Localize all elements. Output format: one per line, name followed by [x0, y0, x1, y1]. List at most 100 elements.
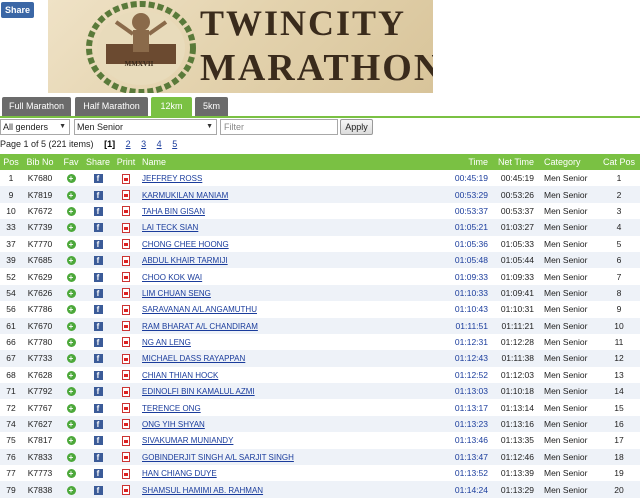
add-favorite-icon[interactable]: + [66, 190, 76, 200]
facebook-share-icon[interactable]: f [93, 354, 103, 364]
facebook-share-icon[interactable]: f [93, 403, 103, 413]
facebook-share-icon[interactable]: f [93, 256, 103, 266]
col-header-cat-pos[interactable]: Cat Pos [598, 154, 640, 170]
runner-name-link[interactable]: CHONG CHEE HOONG [142, 240, 229, 249]
runner-name-link[interactable]: GOBINDERJIT SINGH A/L SARJIT SINGH [142, 453, 294, 462]
facebook-share-icon[interactable]: f [93, 305, 103, 315]
add-favorite-icon[interactable]: + [66, 272, 76, 282]
facebook-share-icon[interactable]: f [93, 190, 103, 200]
pdf-print-icon[interactable] [122, 189, 130, 200]
category-select[interactable]: Men Senior ▼ [74, 119, 217, 135]
add-favorite-icon[interactable]: + [66, 436, 76, 446]
facebook-share-icon[interactable]: f [93, 485, 103, 495]
pdf-print-icon[interactable] [122, 222, 130, 233]
facebook-share-icon[interactable]: f [93, 436, 103, 446]
runner-name-link[interactable]: JEFFREY ROSS [142, 174, 202, 183]
add-favorite-icon[interactable]: + [66, 288, 76, 298]
pdf-print-icon[interactable] [122, 255, 130, 266]
pager-page-link[interactable]: 2 [126, 139, 131, 149]
add-favorite-icon[interactable]: + [66, 338, 76, 348]
tab-half-marathon[interactable]: Half Marathon [75, 97, 148, 116]
pdf-print-icon[interactable] [122, 239, 130, 250]
facebook-share-icon[interactable]: f [93, 288, 103, 298]
col-header-time[interactable]: Time [438, 154, 490, 170]
col-header-pos[interactable]: Pos [0, 154, 22, 170]
pdf-print-icon[interactable] [122, 288, 130, 299]
pdf-print-icon[interactable] [122, 386, 130, 397]
runner-name-link[interactable]: LIM CHUAN SENG [142, 289, 211, 298]
add-favorite-icon[interactable]: + [66, 321, 76, 331]
facebook-share-icon[interactable]: f [93, 174, 103, 184]
runner-name-link[interactable]: MICHAEL DASS RAYAPPAN [142, 354, 245, 363]
add-favorite-icon[interactable]: + [66, 420, 76, 430]
facebook-share-icon[interactable]: f [93, 223, 103, 233]
facebook-share-icon[interactable]: f [93, 469, 103, 479]
pdf-print-icon[interactable] [122, 271, 130, 282]
add-favorite-icon[interactable]: + [66, 305, 76, 315]
runner-name-link[interactable]: ONG YIH SHYAN [142, 420, 205, 429]
facebook-share-icon[interactable]: f [93, 387, 103, 397]
runner-name-link[interactable]: LAI TECK SIAN [142, 223, 198, 232]
pdf-print-icon[interactable] [122, 403, 130, 414]
pdf-print-icon[interactable] [122, 304, 130, 315]
tab-12km[interactable]: 12km [151, 97, 192, 116]
tab-5km[interactable]: 5km [195, 97, 228, 116]
pdf-print-icon[interactable] [122, 419, 130, 430]
col-header-bib[interactable]: Bib No [22, 154, 58, 170]
facebook-share-icon[interactable]: f [93, 321, 103, 331]
pager-page-link[interactable]: 3 [141, 139, 146, 149]
col-header-category[interactable]: Category [536, 154, 598, 170]
facebook-share-icon[interactable]: f [93, 239, 103, 249]
facebook-share-icon[interactable]: f [93, 338, 103, 348]
runner-name-link[interactable]: TERENCE ONG [142, 404, 201, 413]
pdf-print-icon[interactable] [122, 206, 130, 217]
add-favorite-icon[interactable]: + [66, 485, 76, 495]
pdf-print-icon[interactable] [122, 435, 130, 446]
pdf-print-icon[interactable] [122, 353, 130, 364]
runner-name-link[interactable]: SARAVANAN A/L ANGAMUTHU [142, 305, 257, 314]
runner-name-link[interactable]: SHAMSUL HAMIMI AB. RAHMAN [142, 486, 263, 495]
add-favorite-icon[interactable]: + [66, 403, 76, 413]
runner-name-link[interactable]: KARMUKILAN MANIAM [142, 191, 228, 200]
add-favorite-icon[interactable]: + [66, 239, 76, 249]
facebook-share-icon[interactable]: f [93, 370, 103, 380]
add-favorite-icon[interactable]: + [66, 469, 76, 479]
add-favorite-icon[interactable]: + [66, 206, 76, 216]
runner-name-link[interactable]: SIVAKUMAR MUNIANDY [142, 436, 233, 445]
add-favorite-icon[interactable]: + [66, 223, 76, 233]
apply-button[interactable]: Apply [340, 119, 373, 135]
runner-name-link[interactable]: ABDUL KHAIR TARMIJI [142, 256, 228, 265]
add-favorite-icon[interactable]: + [66, 256, 76, 266]
add-favorite-icon[interactable]: + [66, 370, 76, 380]
pager-page-link[interactable]: 4 [157, 139, 162, 149]
pdf-print-icon[interactable] [122, 452, 130, 463]
share-button[interactable]: Share [1, 2, 34, 18]
runner-name-link[interactable]: TAHA BIN GISAN [142, 207, 205, 216]
col-header-name[interactable]: Name [140, 154, 438, 170]
filter-input[interactable] [220, 119, 338, 135]
facebook-share-icon[interactable]: f [93, 272, 103, 282]
add-favorite-icon[interactable]: + [66, 387, 76, 397]
runner-name-link[interactable]: NG AN LENG [142, 338, 191, 347]
add-favorite-icon[interactable]: + [66, 354, 76, 364]
runner-name-link[interactable]: RAM BHARAT A/L CHANDIRAM [142, 322, 258, 331]
pdf-print-icon[interactable] [122, 337, 130, 348]
facebook-share-icon[interactable]: f [93, 420, 103, 430]
runner-name-link[interactable]: CHOO KOK WAI [142, 273, 202, 282]
runner-name-link[interactable]: EDINOLFI BIN KAMALUL AZMI [142, 387, 255, 396]
col-header-net-time[interactable]: Net Time [490, 154, 536, 170]
add-favorite-icon[interactable]: + [66, 452, 76, 462]
pdf-print-icon[interactable] [122, 370, 130, 381]
tab-full-marathon[interactable]: Full Marathon [2, 97, 71, 116]
runner-name-link[interactable]: HAN CHIANG DUYE [142, 469, 217, 478]
pager-page-link[interactable]: 5 [172, 139, 177, 149]
facebook-share-icon[interactable]: f [93, 452, 103, 462]
gender-select[interactable]: All genders ▼ [0, 119, 70, 135]
add-favorite-icon[interactable]: + [66, 174, 76, 184]
pdf-print-icon[interactable] [122, 468, 130, 479]
pdf-print-icon[interactable] [122, 173, 130, 184]
runner-name-link[interactable]: CHIAN THIAN HOCK [142, 371, 218, 380]
facebook-share-icon[interactable]: f [93, 206, 103, 216]
pdf-print-icon[interactable] [122, 484, 130, 495]
pdf-print-icon[interactable] [122, 321, 130, 332]
